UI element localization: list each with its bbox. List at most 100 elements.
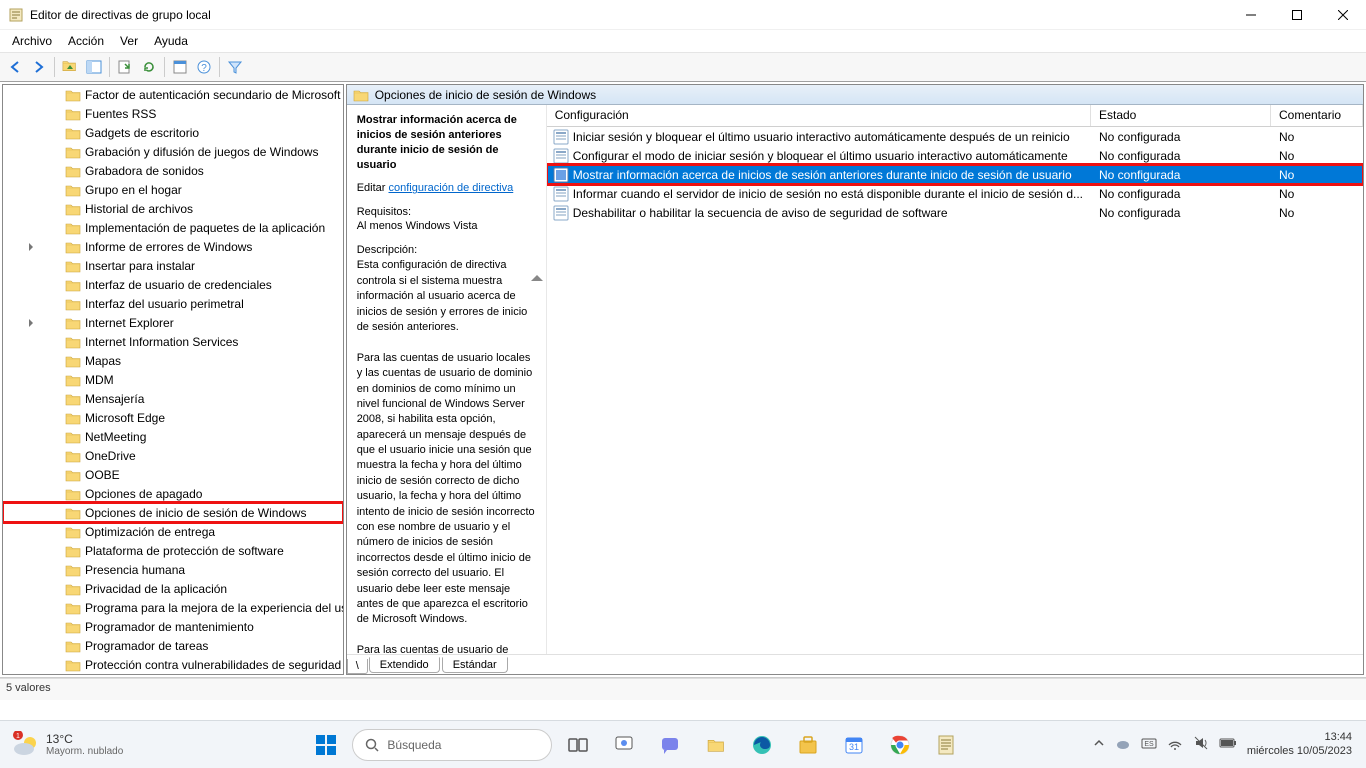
list-row[interactable]: Deshabilitar o habilitar la secuencia de… (547, 203, 1363, 222)
taskbar-search[interactable]: Búsqueda (352, 729, 552, 761)
tree-item[interactable]: Internet Information Services (3, 332, 343, 351)
filter-button[interactable] (224, 56, 246, 78)
taskbar-clock[interactable]: 13:44 miércoles 10/05/2023 (1247, 731, 1352, 757)
store-icon[interactable] (788, 725, 828, 765)
explorer-icon[interactable] (696, 725, 736, 765)
svg-text:31: 31 (849, 742, 859, 752)
folder-icon (65, 240, 81, 254)
clock-date: miércoles 10/05/2023 (1247, 745, 1352, 758)
list-column: Configuración Estado Comentario Iniciar … (547, 105, 1363, 654)
tree-item[interactable]: OOBE (3, 465, 343, 484)
taskbar-weather[interactable]: 1 13°C Mayorm. nublado (0, 731, 180, 759)
properties-button[interactable] (169, 56, 191, 78)
edge-icon[interactable] (742, 725, 782, 765)
column-header-comment[interactable]: Comentario (1271, 105, 1363, 126)
detail-scroll-indicator[interactable] (529, 275, 546, 654)
list-row[interactable]: Configurar el modo de iniciar sesión y b… (547, 146, 1363, 165)
chat-icon[interactable] (650, 725, 690, 765)
tree-item[interactable]: Grabación y difusión de juegos de Window… (3, 142, 343, 161)
tree-item-label: Protección contra vulnerabilidades de se… (85, 658, 341, 672)
tree-item[interactable]: Presencia humana (3, 560, 343, 579)
up-button[interactable] (59, 56, 81, 78)
tree-item-label: Factor de autenticación secundario de Mi… (85, 88, 340, 102)
tree-item[interactable]: Grupo en el hogar (3, 180, 343, 199)
tree-item[interactable]: Grabadora de sonidos (3, 161, 343, 180)
tree-item[interactable]: Privacidad de la aplicación (3, 579, 343, 598)
minimize-button[interactable] (1228, 0, 1274, 30)
help-icon[interactable]: ? (193, 56, 215, 78)
notepad-icon[interactable] (926, 725, 966, 765)
folder-icon (353, 88, 369, 102)
row-state: No configurada (1091, 130, 1271, 144)
tree-item[interactable]: Gadgets de escritorio (3, 123, 343, 142)
tree-item[interactable]: Plataforma de protección de software (3, 541, 343, 560)
list-rows[interactable]: Iniciar sesión y bloquear el último usua… (547, 127, 1363, 654)
start-button[interactable] (306, 725, 346, 765)
column-header-config[interactable]: Configuración (547, 105, 1091, 126)
onedrive-tray-icon[interactable] (1115, 735, 1131, 754)
tree-item[interactable]: Programador de tareas (3, 636, 343, 655)
folder-icon (65, 107, 81, 121)
tree-item-label: Opciones de apagado (85, 487, 202, 501)
list-row[interactable]: Informar cuando el servidor de inicio de… (547, 184, 1363, 203)
folder-icon (65, 506, 81, 520)
tree-item[interactable]: Opciones de apagado (3, 484, 343, 503)
refresh-button[interactable] (138, 56, 160, 78)
tree-item[interactable]: Historial de archivos (3, 199, 343, 218)
tree-item[interactable]: NetMeeting (3, 427, 343, 446)
list-row[interactable]: Iniciar sesión y bloquear el último usua… (547, 127, 1363, 146)
close-button[interactable] (1320, 0, 1366, 30)
menu-view[interactable]: Ver (112, 32, 146, 50)
widgets-icon[interactable] (604, 725, 644, 765)
tab-extended[interactable]: Extendido (369, 657, 440, 673)
chevron-up-icon[interactable] (531, 275, 543, 281)
tree-item[interactable]: Fuentes RSS (3, 104, 343, 123)
weather-icon: 1 (12, 731, 40, 759)
battery-tray-icon[interactable] (1219, 737, 1237, 752)
chrome-icon[interactable] (880, 725, 920, 765)
tray-chevron-icon[interactable] (1093, 737, 1105, 752)
tree-item[interactable]: MDM (3, 370, 343, 389)
tree-item[interactable]: Mensajería (3, 389, 343, 408)
tree-item[interactable]: OneDrive (3, 446, 343, 465)
tree-item[interactable]: Internet Explorer (3, 313, 343, 332)
forward-button[interactable] (28, 56, 50, 78)
show-hide-tree-button[interactable] (83, 56, 105, 78)
column-header-state[interactable]: Estado (1091, 105, 1271, 126)
tree-item[interactable]: Factor de autenticación secundario de Mi… (3, 85, 343, 104)
volume-tray-icon[interactable] (1193, 735, 1209, 754)
tree-item[interactable]: Programador de mantenimiento (3, 617, 343, 636)
calendar-icon[interactable]: 31 (834, 725, 874, 765)
task-view-icon[interactable] (558, 725, 598, 765)
tree-item[interactable]: Interfaz del usuario perimetral (3, 294, 343, 313)
tree-item[interactable]: Mapas (3, 351, 343, 370)
tree-item[interactable]: Informe de errores de Windows (3, 237, 343, 256)
menu-file[interactable]: Archivo (4, 32, 60, 50)
tree-scrollarea[interactable]: Factor de autenticación secundario de Mi… (3, 85, 343, 674)
tree-item[interactable]: Interfaz de usuario de credenciales (3, 275, 343, 294)
right-panel: Opciones de inicio de sesión de Windows … (346, 84, 1364, 675)
menu-help[interactable]: Ayuda (146, 32, 196, 50)
policy-item-icon (553, 167, 569, 183)
export-button[interactable] (114, 56, 136, 78)
maximize-button[interactable] (1274, 0, 1320, 30)
tree-item[interactable]: Optimización de entrega (3, 522, 343, 541)
tree-item[interactable]: Implementación de paquetes de la aplicac… (3, 218, 343, 237)
tree-panel: Factor de autenticación secundario de Mi… (2, 84, 344, 675)
tree-item[interactable]: Insertar para instalar (3, 256, 343, 275)
edit-policy-link[interactable]: configuración de directiva (389, 182, 514, 194)
back-button[interactable] (4, 56, 26, 78)
tab-standard[interactable]: Estándar (442, 657, 508, 673)
list-row[interactable]: Mostrar información acerca de inicios de… (547, 165, 1363, 184)
wifi-tray-icon[interactable] (1167, 735, 1183, 754)
tree-item[interactable]: Microsoft Edge (3, 408, 343, 427)
menu-action[interactable]: Acción (60, 32, 112, 50)
svg-text:?: ? (201, 63, 207, 74)
clock-time: 13:44 (1247, 731, 1352, 744)
folder-icon (65, 202, 81, 216)
toolbar: ? (0, 52, 1366, 82)
language-tray-icon[interactable]: ES (1141, 735, 1157, 754)
tree-item[interactable]: Protección contra vulnerabilidades de se… (3, 655, 343, 674)
tree-item[interactable]: Programa para la mejora de la experienci… (3, 598, 343, 617)
tree-item[interactable]: Opciones de inicio de sesión de Windows (3, 503, 343, 522)
